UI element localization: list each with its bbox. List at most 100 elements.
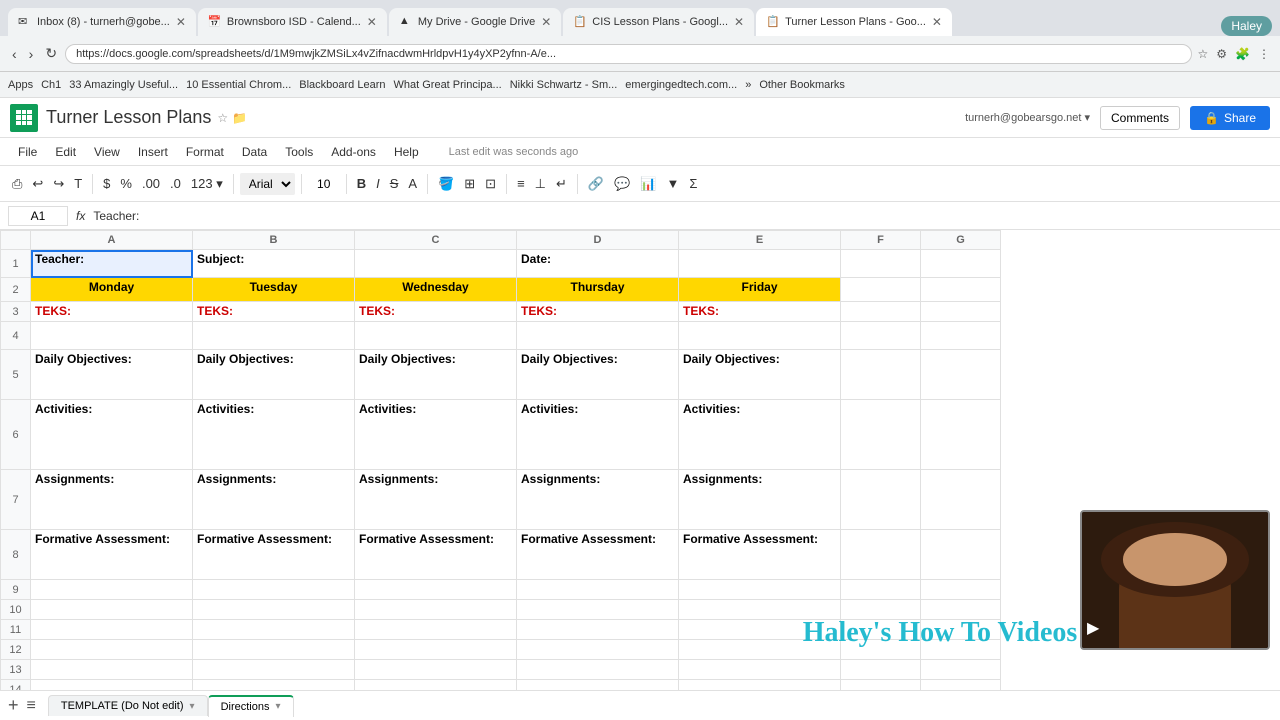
undo-button[interactable]: ↩	[28, 173, 47, 195]
cell-d1[interactable]: Date:	[517, 250, 679, 278]
bookmark-blackboard[interactable]: Blackboard Learn	[299, 79, 385, 91]
tab-turner[interactable]: 📋 Turner Lesson Plans - Goo... ✕	[756, 8, 952, 36]
cell-a6[interactable]: Activities:	[31, 400, 193, 470]
cell-d8[interactable]: Formative Assessment:	[517, 530, 679, 580]
decimal-decrease-button[interactable]: .00	[138, 173, 164, 194]
cell-a8[interactable]: Formative Assessment:	[31, 530, 193, 580]
cell-e3[interactable]: TEKS:	[679, 302, 841, 322]
cell-d3[interactable]: TEKS:	[517, 302, 679, 322]
comment-button[interactable]: 💬	[610, 173, 634, 195]
cell-f5[interactable]	[841, 350, 921, 400]
cell-d6[interactable]: Activities:	[517, 400, 679, 470]
cell-c1[interactable]	[355, 250, 517, 278]
menu-format[interactable]: Format	[178, 143, 232, 161]
currency-button[interactable]: $	[99, 173, 114, 194]
paint-format-button[interactable]: T	[70, 173, 86, 194]
cell-reference-input[interactable]: A1	[8, 206, 68, 226]
address-bar[interactable]: https://docs.google.com/spreadsheets/d/1…	[65, 44, 1191, 64]
cell-c2[interactable]: Wednesday	[355, 278, 517, 302]
bookmark-more[interactable]: »	[745, 79, 751, 91]
decimal-increase-button[interactable]: .0	[166, 173, 185, 194]
col-header-a[interactable]: A	[31, 231, 193, 250]
col-header-g[interactable]: G	[921, 231, 1001, 250]
cell-e8[interactable]: Formative Assessment:	[679, 530, 841, 580]
menu-edit[interactable]: Edit	[47, 143, 84, 161]
col-header-e[interactable]: E	[679, 231, 841, 250]
cell-d7[interactable]: Assignments:	[517, 470, 679, 530]
fill-color-button[interactable]: 🪣	[434, 173, 458, 195]
font-selector[interactable]: Arial	[240, 173, 295, 195]
cell-e5[interactable]: Daily Objectives:	[679, 350, 841, 400]
text-color-button[interactable]: A	[404, 173, 421, 194]
chart-button[interactable]: 📊	[636, 173, 660, 195]
cell-b2[interactable]: Tuesday	[193, 278, 355, 302]
cell-e1[interactable]	[679, 250, 841, 278]
cell-g1[interactable]	[921, 250, 1001, 278]
cell-c6[interactable]: Activities:	[355, 400, 517, 470]
font-size-input[interactable]	[308, 175, 340, 193]
tab-close-calendar[interactable]: ✕	[361, 15, 377, 29]
cell-e7[interactable]: Assignments:	[679, 470, 841, 530]
comments-button[interactable]: Comments	[1100, 106, 1180, 130]
merge-button[interactable]: ⊡	[481, 173, 500, 195]
doc-title[interactable]: Turner Lesson Plans	[46, 107, 211, 128]
share-button[interactable]: 🔒 Share	[1190, 106, 1270, 130]
cell-g4[interactable]	[921, 322, 1001, 350]
menu-tools[interactable]: Tools	[277, 143, 321, 161]
tab-calendar[interactable]: 📅 Brownsboro ISD - Calend... ✕	[198, 8, 387, 36]
spreadsheet-container[interactable]: A B C D E F G 1 Teacher: Subject: Date:	[0, 230, 1280, 690]
cell-f4[interactable]	[841, 322, 921, 350]
cell-b6[interactable]: Activities:	[193, 400, 355, 470]
bookmark-ch1[interactable]: Ch1	[41, 79, 61, 91]
cell-e2[interactable]: Friday	[679, 278, 841, 302]
cell-d5[interactable]: Daily Objectives:	[517, 350, 679, 400]
cell-f7[interactable]	[841, 470, 921, 530]
cell-g5[interactable]	[921, 350, 1001, 400]
menu-data[interactable]: Data	[234, 143, 275, 161]
cell-c3[interactable]: TEKS:	[355, 302, 517, 322]
user-email[interactable]: turnerh@gobearsgo.net ▾	[965, 111, 1090, 124]
bookmark-nikki[interactable]: Nikki Schwartz - Sm...	[510, 79, 618, 91]
menu-icon[interactable]: ⋮	[1256, 45, 1272, 63]
cell-g6[interactable]	[921, 400, 1001, 470]
cell-a5[interactable]: Daily Objectives:	[31, 350, 193, 400]
function-button[interactable]: Σ	[685, 173, 701, 194]
print-button[interactable]: ⎙	[8, 173, 26, 195]
borders-button[interactable]: ⊞	[460, 173, 479, 195]
formula-input[interactable]: Teacher:	[93, 209, 1272, 223]
cell-c4[interactable]	[355, 322, 517, 350]
cell-a3[interactable]: TEKS:	[31, 302, 193, 322]
menu-help[interactable]: Help	[386, 143, 427, 161]
cell-b4[interactable]	[193, 322, 355, 350]
cell-f6[interactable]	[841, 400, 921, 470]
redo-button[interactable]: ↪	[49, 173, 68, 195]
link-button[interactable]: 🔗	[584, 173, 608, 195]
wrap-button[interactable]: ↵	[552, 173, 571, 195]
cell-c5[interactable]: Daily Objectives:	[355, 350, 517, 400]
cell-d2[interactable]: Thursday	[517, 278, 679, 302]
template-tab-dropdown[interactable]: ▾	[190, 701, 195, 712]
bookmark-amazingly[interactable]: 33 Amazingly Useful...	[69, 79, 178, 91]
forward-button[interactable]: ›	[25, 44, 38, 64]
cell-b5[interactable]: Daily Objectives:	[193, 350, 355, 400]
cell-c8[interactable]: Formative Assessment:	[355, 530, 517, 580]
video-play-button[interactable]: ▶	[1087, 618, 1099, 638]
reload-button[interactable]: ↻	[41, 43, 61, 64]
cell-a4[interactable]	[31, 322, 193, 350]
col-header-b[interactable]: B	[193, 231, 355, 250]
percent-button[interactable]: %	[116, 173, 136, 194]
sheet-tab-directions[interactable]: Directions ▾	[208, 695, 294, 717]
cell-a9[interactable]	[31, 580, 193, 600]
tab-cis[interactable]: 📋 CIS Lesson Plans - Googl... ✕	[563, 8, 754, 36]
bookmark-apps[interactable]: Apps	[8, 79, 33, 91]
cell-b7[interactable]: Assignments:	[193, 470, 355, 530]
cell-b8[interactable]: Formative Assessment:	[193, 530, 355, 580]
add-sheet-button[interactable]: +	[8, 695, 19, 716]
col-header-d[interactable]: D	[517, 231, 679, 250]
cell-b3[interactable]: TEKS:	[193, 302, 355, 322]
menu-view[interactable]: View	[86, 143, 128, 161]
cell-c7[interactable]: Assignments:	[355, 470, 517, 530]
cell-b1[interactable]: Subject:	[193, 250, 355, 278]
tab-close-drive[interactable]: ✕	[535, 15, 551, 29]
cell-a7[interactable]: Assignments:	[31, 470, 193, 530]
